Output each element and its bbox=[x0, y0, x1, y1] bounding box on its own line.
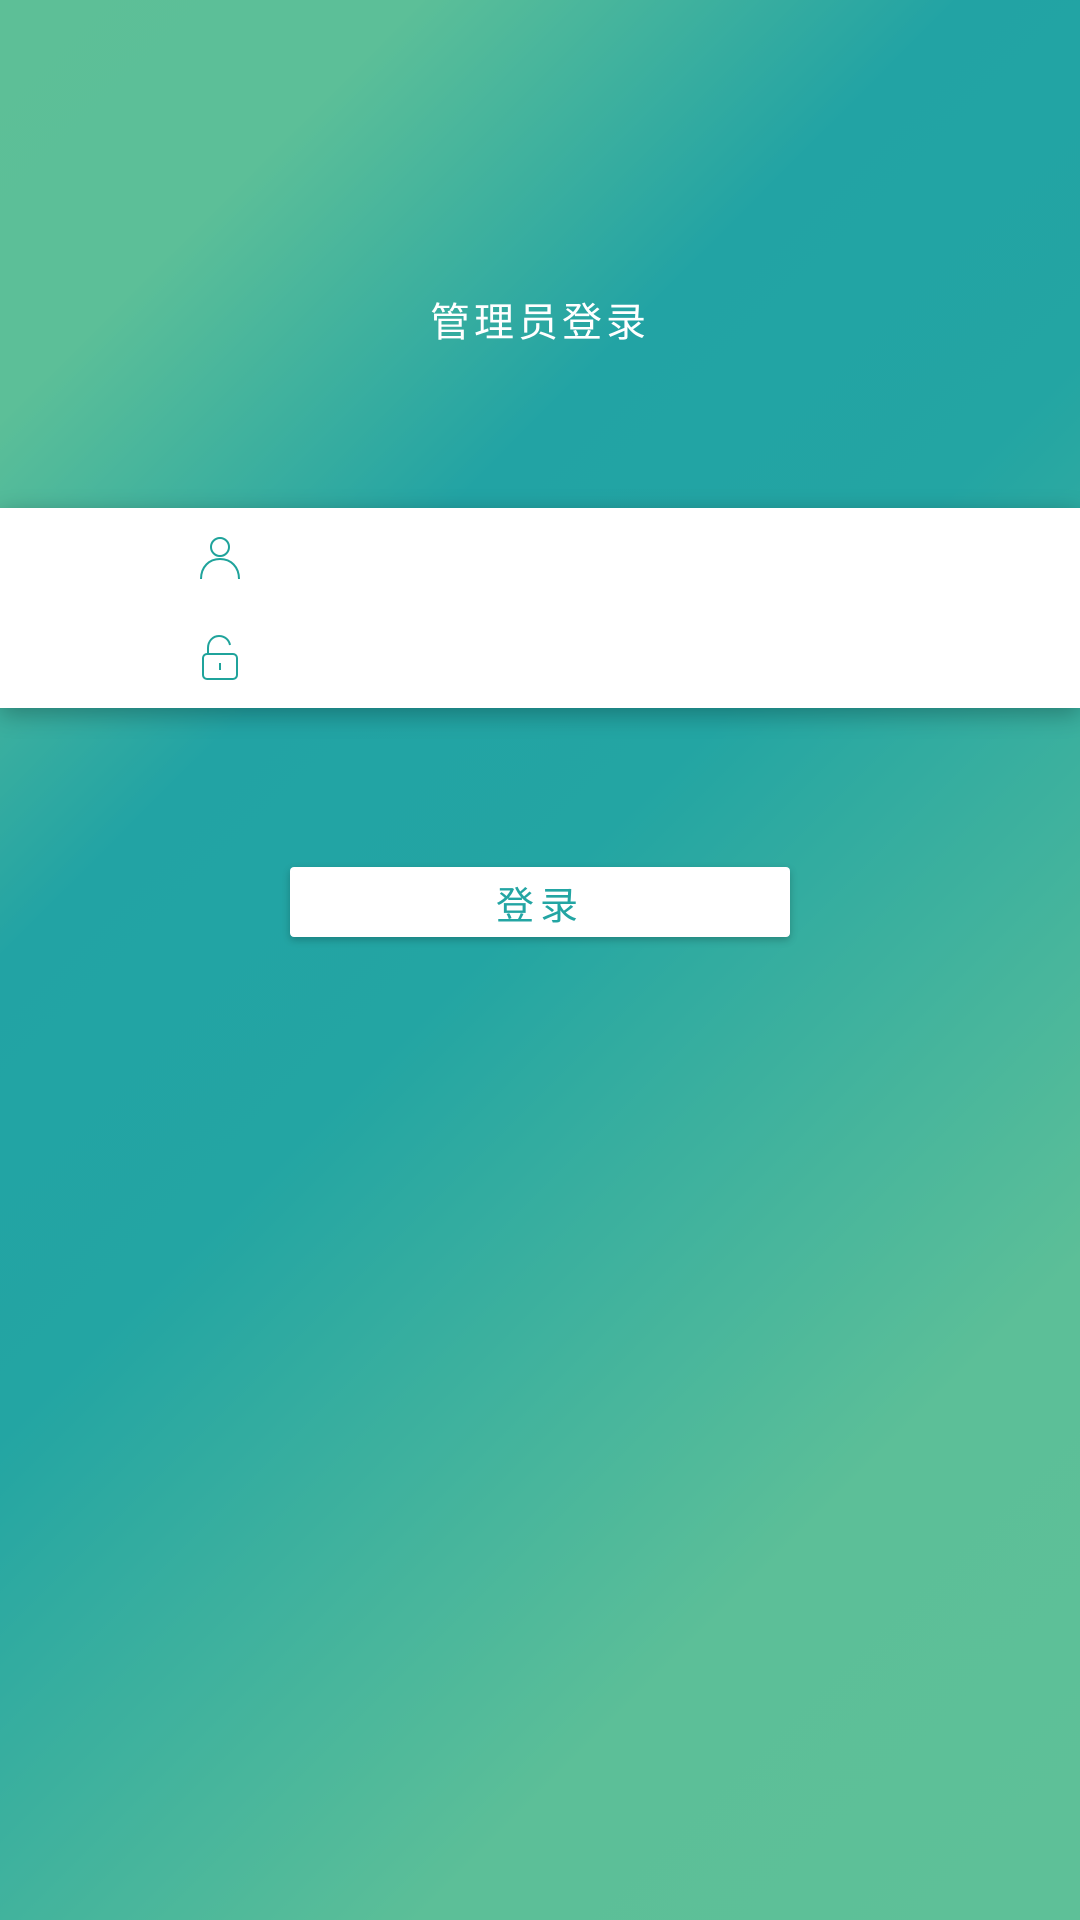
page-title: 管理员登录 bbox=[430, 300, 650, 346]
password-field bbox=[0, 608, 1080, 708]
password-input[interactable] bbox=[270, 626, 1020, 690]
login-form bbox=[0, 508, 1080, 708]
lock-icon bbox=[196, 634, 244, 682]
username-field bbox=[0, 508, 1080, 608]
username-input[interactable] bbox=[270, 526, 1020, 590]
user-icon bbox=[196, 534, 244, 582]
login-button[interactable]: 登录 bbox=[290, 867, 790, 937]
